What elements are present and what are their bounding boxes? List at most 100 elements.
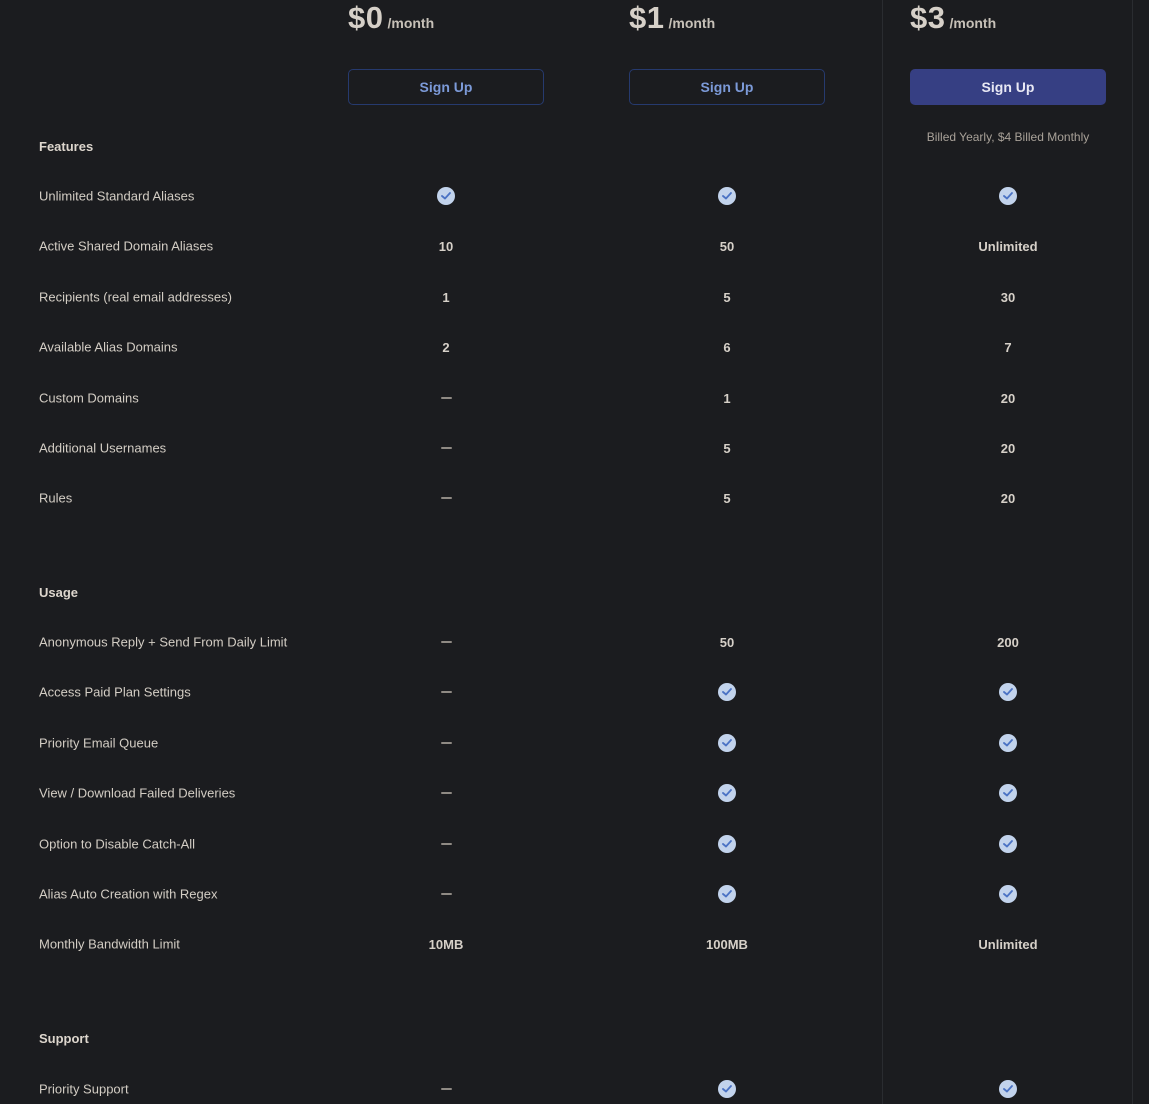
feature-label: Monthly Bandwidth Limit	[39, 936, 180, 952]
price-period: /month	[949, 15, 997, 31]
check-icon	[718, 784, 736, 802]
feature-value	[647, 833, 807, 855]
feature-value	[647, 185, 807, 207]
check-icon	[999, 885, 1017, 903]
feature-value: 7	[1004, 339, 1012, 355]
price-period: /month	[387, 15, 435, 31]
feature-label: View / Download Failed Deliveries	[39, 785, 236, 801]
feature-label: Priority Email Queue	[39, 735, 159, 751]
pricing-comparison-table: $0 /month $1 /month $3 /month Sign Up Si…	[0, 0, 1149, 1104]
feature-value: Unlimited	[978, 238, 1038, 254]
feature-value	[366, 833, 526, 855]
check-icon	[718, 683, 736, 701]
dash-icon	[440, 893, 452, 895]
feature-value: 1	[442, 289, 450, 305]
check-icon	[999, 187, 1017, 205]
feature-value: Unlimited	[978, 936, 1038, 952]
feature-value	[366, 487, 526, 509]
feature-label: Option to Disable Catch-All	[39, 836, 196, 852]
feature-value	[928, 883, 1088, 905]
feature-value: 2	[442, 339, 450, 355]
feature-value: 20	[1000, 440, 1016, 456]
feature-value: 5	[723, 440, 731, 456]
dash-icon	[440, 843, 452, 845]
section-title-support: Support	[39, 1031, 89, 1046]
dash-icon	[440, 1088, 452, 1090]
feature-label: Anonymous Reply + Send From Daily Limit	[39, 634, 288, 650]
dash-icon	[440, 792, 452, 794]
feature-value: 10	[438, 238, 454, 254]
feature-value	[928, 681, 1088, 703]
feature-value: 100MB	[706, 936, 748, 952]
feature-value	[366, 631, 526, 653]
feature-value: 5	[723, 490, 731, 506]
feature-value	[366, 681, 526, 703]
feature-value	[366, 732, 526, 754]
dash-icon	[440, 497, 452, 499]
feature-value	[647, 883, 807, 905]
check-icon	[999, 784, 1017, 802]
feature-value	[647, 782, 807, 804]
feature-value	[928, 1078, 1088, 1100]
dash-icon	[440, 447, 452, 449]
check-icon	[718, 1080, 736, 1098]
check-icon	[718, 734, 736, 752]
sign-up-button-pro[interactable]: Sign Up	[910, 69, 1106, 105]
price-amount: $0	[348, 0, 384, 35]
column-divider	[1132, 0, 1133, 1104]
plan-price-lite: $1 /month	[629, 0, 715, 36]
check-icon	[718, 187, 736, 205]
check-icon	[437, 187, 455, 205]
check-icon	[999, 734, 1017, 752]
feature-value	[366, 883, 526, 905]
feature-label: Priority Support	[39, 1081, 129, 1097]
price-amount: $3	[910, 0, 946, 35]
feature-value: 1	[723, 390, 731, 406]
feature-value	[366, 387, 526, 409]
feature-value: 20	[1000, 390, 1016, 406]
feature-value	[647, 732, 807, 754]
plan-price-free: $0 /month	[348, 0, 434, 36]
dash-icon	[440, 641, 452, 643]
feature-label: Recipients (real email addresses)	[39, 289, 232, 305]
feature-value	[366, 1078, 526, 1100]
feature-label: Active Shared Domain Aliases	[39, 238, 214, 254]
feature-value: 50	[719, 634, 735, 650]
feature-value: 200	[997, 634, 1019, 650]
feature-value	[366, 782, 526, 804]
sign-up-button-lite[interactable]: Sign Up	[629, 69, 825, 105]
feature-value	[366, 437, 526, 459]
feature-value	[928, 833, 1088, 855]
check-icon	[718, 835, 736, 853]
section-title-features: Features	[39, 139, 94, 154]
feature-value: 50	[719, 238, 735, 254]
feature-label: Access Paid Plan Settings	[39, 684, 191, 700]
dash-icon	[440, 397, 452, 399]
check-icon	[999, 683, 1017, 701]
feature-label: Custom Domains	[39, 390, 139, 406]
section-title-usage: Usage	[39, 585, 79, 600]
column-divider	[882, 0, 883, 1104]
check-icon	[999, 1080, 1017, 1098]
feature-value	[928, 732, 1088, 754]
feature-value	[928, 782, 1088, 804]
plan-price-pro: $3 /month	[910, 0, 996, 36]
feature-label: Additional Usernames	[39, 440, 167, 456]
sign-up-button-free[interactable]: Sign Up	[348, 69, 544, 105]
price-period: /month	[668, 15, 716, 31]
feature-value: 6	[723, 339, 731, 355]
feature-value	[928, 185, 1088, 207]
feature-value: 10MB	[428, 936, 464, 952]
feature-value	[366, 185, 526, 207]
feature-label: Rules	[39, 490, 73, 506]
feature-label: Unlimited Standard Aliases	[39, 188, 195, 204]
check-icon	[718, 885, 736, 903]
feature-label: Alias Auto Creation with Regex	[39, 886, 218, 902]
feature-value: 5	[723, 289, 731, 305]
dash-icon	[440, 691, 452, 693]
price-amount: $1	[629, 0, 665, 35]
feature-label: Available Alias Domains	[39, 339, 178, 355]
dash-icon	[440, 742, 452, 744]
feature-value: 20	[1000, 490, 1016, 506]
feature-value	[647, 681, 807, 703]
